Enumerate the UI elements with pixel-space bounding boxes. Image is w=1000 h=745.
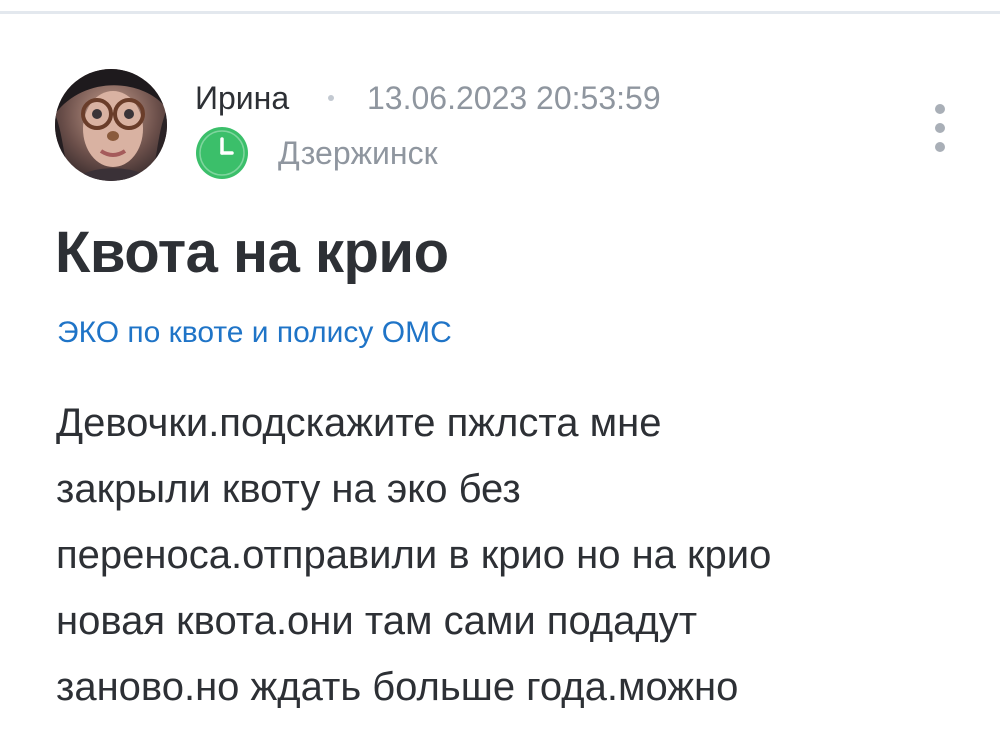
author-name[interactable]: Ирина	[195, 78, 289, 118]
post-body: Девочки.подскажите пжлста мне закрыли кв…	[56, 401, 772, 709]
clock-icon	[196, 127, 248, 179]
more-vertical-icon	[935, 104, 945, 114]
post-category-link[interactable]: ЭКО по квоте и полису ОМС	[57, 313, 452, 353]
avatar-image	[55, 69, 167, 181]
meta-separator-dot	[328, 95, 334, 101]
more-options-button[interactable]	[920, 100, 960, 156]
more-vertical-icon	[935, 142, 945, 152]
author-avatar[interactable]	[55, 69, 167, 181]
author-city[interactable]: Дзержинск	[278, 133, 438, 173]
post-title: Квота на крио	[55, 220, 449, 285]
forum-post: Ирина 13.06.2023 20:53:59 Дзержинск Квот…	[0, 0, 1000, 745]
post-timestamp: 13.06.2023 20:53:59	[367, 80, 661, 116]
more-vertical-icon	[935, 123, 945, 133]
